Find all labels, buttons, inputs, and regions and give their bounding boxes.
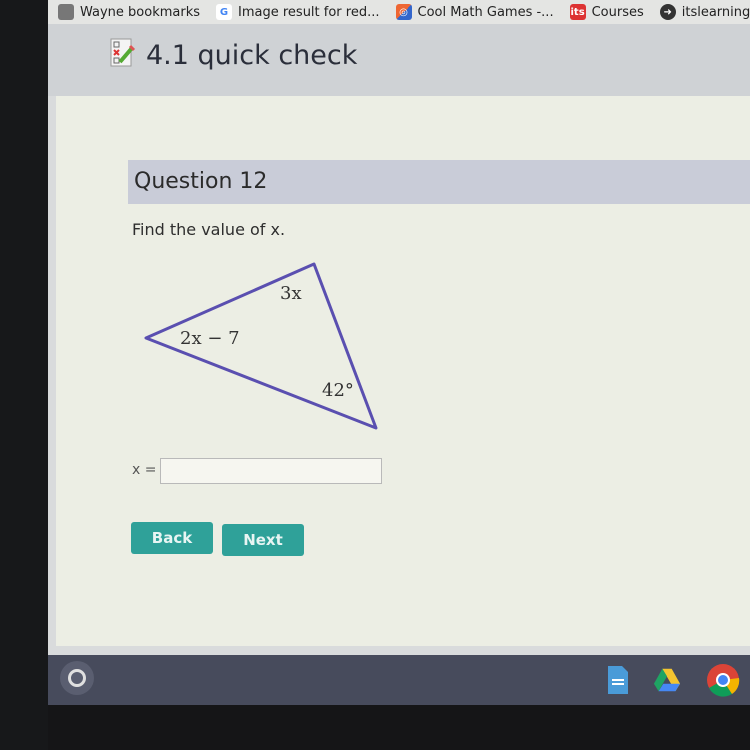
itslearning-icon: ➜	[659, 4, 676, 20]
screen-bezel-bottom	[48, 705, 750, 750]
docs-icon[interactable]	[604, 665, 632, 695]
drive-icon[interactable]	[653, 665, 681, 695]
folder-icon	[58, 4, 74, 20]
question-header: Question 12	[128, 160, 750, 204]
launcher-icon	[68, 669, 86, 687]
bookmark-label: Wayne bookmarks	[80, 4, 201, 20]
bookmark-label: Cool Math Games -...	[417, 4, 554, 20]
browser-window: Wayne bookmarks G Image result for red..…	[48, 0, 750, 655]
back-button[interactable]: Back	[131, 522, 213, 554]
bookmark-label: Image result for red...	[238, 4, 380, 20]
bookmark-courses[interactable]: its Courses	[569, 4, 644, 20]
its-icon: its	[569, 4, 586, 20]
launcher-button[interactable]	[60, 661, 94, 695]
quiz-icon	[110, 38, 136, 67]
bookmark-coolmath[interactable]: ◎ Cool Math Games -...	[395, 4, 554, 20]
bookmark-image-result[interactable]: G Image result for red...	[216, 4, 380, 20]
bookmarks-bar: Wayne bookmarks G Image result for red..…	[48, 0, 750, 24]
answer-input[interactable]	[160, 458, 382, 484]
bookmark-label: Courses	[591, 4, 644, 20]
answer-label: x =	[132, 462, 157, 478]
angle-label-left: 2x − 7	[180, 328, 240, 349]
bookmark-wayne[interactable]: Wayne bookmarks	[58, 4, 200, 20]
bookmark-itslearning[interactable]: ➜ itslearning	[659, 4, 750, 20]
page-header: 4.1 quick check	[48, 24, 750, 96]
quiz-content: Question 12 Find the value of x. 3x 2x −…	[56, 96, 750, 646]
page-title: 4.1 quick check	[146, 40, 358, 71]
next-button[interactable]: Next	[222, 524, 304, 556]
chrome-icon[interactable]	[706, 663, 740, 697]
question-prompt: Find the value of x.	[132, 220, 286, 239]
screen-bezel	[0, 0, 48, 750]
question-title: Question 12	[134, 169, 268, 194]
google-icon: G	[216, 4, 233, 20]
angle-label-top: 3x	[280, 283, 302, 304]
triangle-figure: 3x 2x − 7 42°	[144, 262, 378, 430]
coolmath-icon: ◎	[395, 4, 412, 20]
taskbar	[48, 655, 750, 705]
bookmark-label: itslearning	[681, 4, 750, 20]
angle-label-bottom: 42°	[322, 380, 354, 401]
